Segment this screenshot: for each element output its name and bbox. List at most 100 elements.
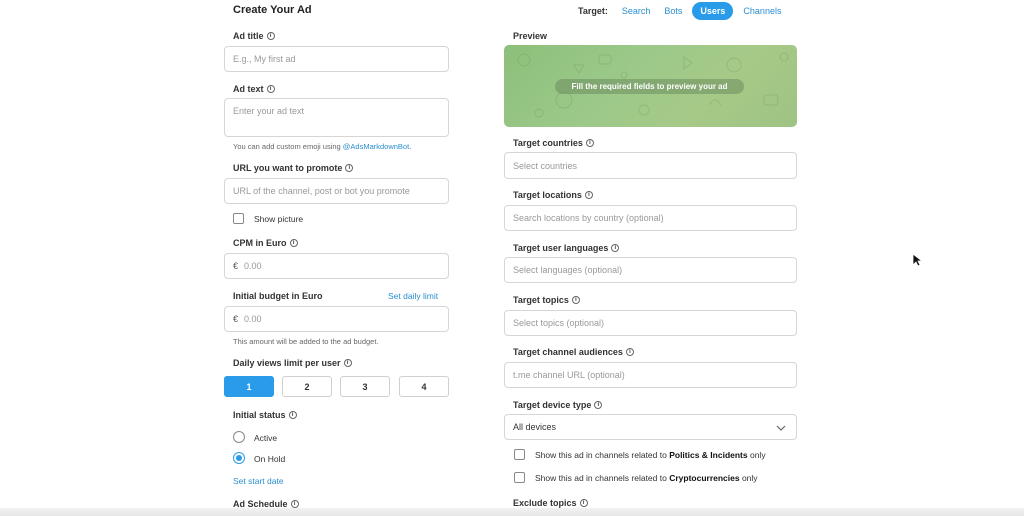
cpm-label-text: CPM in Euro: [233, 238, 287, 248]
url-input[interactable]: URL of the channel, post or bot you prom…: [224, 178, 449, 204]
info-icon[interactable]: i: [585, 139, 594, 147]
page-title: Create Your Ad: [233, 4, 312, 16]
daily-views-label: Daily views limit per user i: [233, 358, 352, 368]
countries-label-text: Target countries: [513, 138, 583, 148]
info-icon[interactable]: i: [266, 32, 275, 40]
info-icon[interactable]: i: [571, 296, 580, 304]
cpm-placeholder: 0.00: [244, 261, 262, 271]
info-icon[interactable]: i: [584, 191, 593, 199]
status-active-radio[interactable]: [233, 431, 245, 443]
topics-label-text: Target topics: [513, 295, 569, 305]
ads-markdown-bot-link[interactable]: @AdsMarkdownBot: [343, 142, 409, 151]
views-option-1[interactable]: 1: [224, 376, 274, 397]
locations-label: Target locations i: [513, 190, 593, 200]
tab-bots[interactable]: Bots: [664, 6, 682, 16]
countries-select[interactable]: Select countries: [504, 152, 797, 179]
topics-select[interactable]: Select topics (optional): [504, 310, 797, 336]
info-icon[interactable]: i: [611, 244, 620, 252]
ad-text-hint: You can add custom emoji using @AdsMarkd…: [233, 142, 411, 151]
info-icon[interactable]: i: [345, 164, 354, 172]
politics-checkbox[interactable]: [514, 449, 525, 460]
topics-label: Target topics i: [513, 295, 580, 305]
preview-label-text: Preview: [513, 31, 548, 41]
status-onhold-radio[interactable]: [233, 452, 245, 464]
info-icon[interactable]: i: [579, 499, 588, 507]
locations-label-text: Target locations: [513, 190, 582, 200]
preview-message: Fill the required fields to preview your…: [555, 79, 744, 94]
show-picture-label: Show picture: [254, 214, 304, 224]
topics-placeholder: Select topics (optional): [513, 318, 605, 328]
url-label: URL you want to promote i: [233, 163, 354, 173]
euro-icon: €: [233, 314, 239, 324]
locations-input[interactable]: Search locations by country (optional): [504, 205, 797, 231]
info-icon[interactable]: i: [625, 348, 634, 356]
ad-text-placeholder: Enter your ad text: [233, 106, 305, 116]
channel-audiences-placeholder: t.me channel URL (optional): [513, 370, 625, 380]
initial-status-label-text: Initial status: [233, 410, 286, 420]
budget-input[interactable]: €0.00: [224, 306, 449, 332]
initial-status-label: Initial status i: [233, 410, 297, 420]
info-icon[interactable]: i: [288, 411, 297, 419]
set-start-date-link[interactable]: Set start date: [233, 476, 284, 486]
status-onhold-label: On Hold: [254, 454, 286, 464]
tab-channels[interactable]: Channels: [743, 6, 781, 16]
info-icon[interactable]: i: [594, 401, 603, 409]
ad-title-label-text: Ad title: [233, 31, 264, 41]
device-type-label-text: Target device type: [513, 400, 592, 410]
euro-icon: €: [233, 261, 239, 271]
languages-select[interactable]: Select languages (optional): [504, 257, 797, 283]
politics-suffix: only: [747, 450, 766, 460]
politics-prefix: Show this ad in channels related to: [535, 450, 670, 460]
budget-label-text: Initial budget in Euro: [233, 291, 323, 301]
url-placeholder: URL of the channel, post or bot you prom…: [233, 186, 410, 196]
ad-text-label: Ad text i: [233, 84, 275, 94]
device-type-label: Target device type i: [513, 400, 603, 410]
cpm-input[interactable]: €0.00: [224, 253, 449, 279]
languages-placeholder: Select languages (optional): [513, 265, 623, 275]
url-label-text: URL you want to promote: [233, 163, 343, 173]
budget-label: Initial budget in Euro: [233, 291, 323, 301]
set-daily-limit-link[interactable]: Set daily limit: [388, 291, 438, 301]
mouse-pointer-icon: [912, 253, 922, 267]
show-picture-checkbox[interactable]: [233, 213, 244, 224]
preview-label: Preview: [513, 31, 547, 41]
ad-title-label: Ad title i: [233, 31, 275, 41]
channel-audiences-label: Target channel audiences i: [513, 347, 634, 357]
countries-label: Target countries i: [513, 138, 594, 148]
views-option-2[interactable]: 2: [282, 376, 332, 397]
languages-label: Target user languages i: [513, 243, 620, 253]
budget-hint: This amount will be added to the ad budg…: [233, 337, 379, 346]
views-option-4[interactable]: 4: [399, 376, 449, 397]
crypto-prefix: Show this ad in channels related to: [535, 473, 670, 483]
languages-label-text: Target user languages: [513, 243, 609, 253]
info-icon[interactable]: i: [290, 500, 299, 508]
tab-search[interactable]: Search: [622, 6, 651, 16]
views-option-3[interactable]: 3: [340, 376, 390, 397]
target-tabs: Target: Search Bots Users Channels: [578, 2, 795, 20]
crypto-topic: Cryptocurrencies: [669, 473, 740, 483]
bottom-edge: [0, 508, 1024, 516]
status-active-label: Active: [254, 433, 278, 443]
channel-audiences-label-text: Target channel audiences: [513, 347, 623, 357]
budget-placeholder: 0.00: [244, 314, 262, 324]
info-icon[interactable]: i: [266, 85, 275, 93]
channel-audiences-input[interactable]: t.me channel URL (optional): [504, 362, 797, 388]
info-icon[interactable]: i: [343, 359, 352, 367]
crypto-label: Show this ad in channels related to Cryp…: [535, 473, 758, 483]
chevron-down-icon: [776, 425, 786, 431]
tab-users[interactable]: Users: [692, 2, 734, 20]
crypto-suffix: only: [739, 473, 758, 483]
countries-placeholder: Select countries: [513, 160, 578, 171]
ad-title-placeholder: E.g., My first ad: [233, 54, 296, 64]
daily-views-label-text: Daily views limit per user: [233, 358, 341, 368]
ad-title-input[interactable]: E.g., My first ad: [224, 46, 449, 72]
hint-text: You can add custom emoji using: [233, 142, 343, 151]
cpm-label: CPM in Euro i: [233, 238, 298, 248]
crypto-checkbox[interactable]: [514, 472, 525, 483]
device-type-select[interactable]: All devices: [504, 414, 797, 440]
info-icon[interactable]: i: [289, 239, 298, 247]
target-label: Target:: [578, 6, 608, 16]
politics-topic: Politics & Incidents: [669, 450, 748, 460]
ad-text-input[interactable]: Enter your ad text: [224, 98, 449, 137]
politics-label: Show this ad in channels related to Poli…: [535, 450, 766, 460]
